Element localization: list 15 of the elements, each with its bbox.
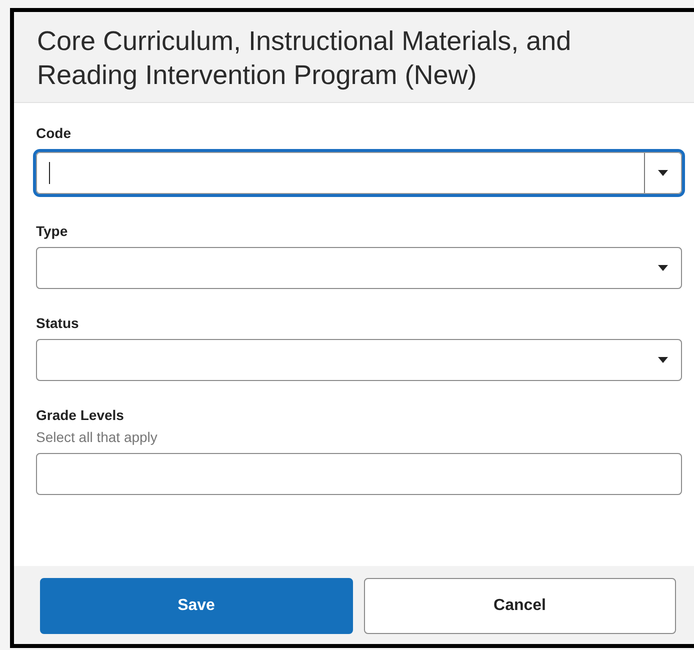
dropdown-field[interactable] [33, 149, 685, 197]
field-label: Grade Levels [36, 407, 125, 423]
field-hint: Select all that apply [36, 429, 158, 445]
cancel-button[interactable]: Cancel [364, 578, 676, 634]
field-label: Status [36, 315, 80, 331]
field-label: Code [36, 125, 72, 141]
dropdown-field[interactable] [36, 339, 682, 381]
input-field[interactable] [36, 453, 682, 495]
dropdown-caret-icon[interactable] [657, 264, 669, 272]
save-button[interactable]: Save [40, 578, 352, 634]
dropdown-caret-icon[interactable] [657, 169, 669, 177]
dropdown-field[interactable] [36, 247, 682, 289]
field-label: Type [36, 223, 69, 239]
dialog-title: Core Curriculum, Instructional Materials, and Reading Intervention Program (New) [37, 25, 572, 92]
dropdown-caret-icon[interactable] [657, 356, 669, 364]
